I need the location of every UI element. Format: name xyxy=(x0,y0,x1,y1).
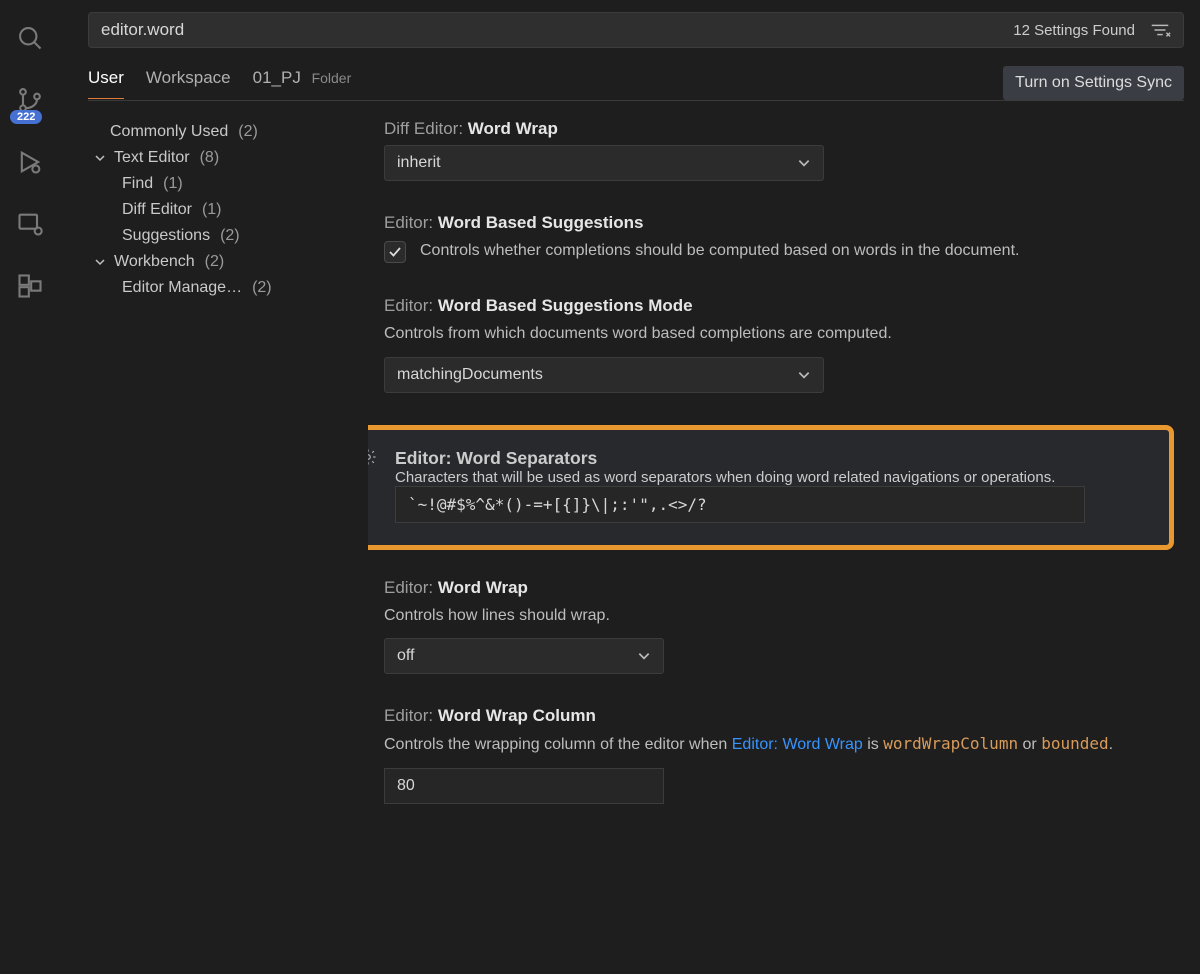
settings-tree: Commonly Used(2) Text Editor(8) Find(1) … xyxy=(88,119,368,974)
extensions-icon[interactable] xyxy=(16,272,44,300)
setting-description: Controls the wrapping column of the edit… xyxy=(384,732,1184,758)
tree-editor-management[interactable]: Editor Manage…(2) xyxy=(88,275,368,301)
word-wrap-column-input[interactable] xyxy=(384,768,664,804)
setting-description: Characters that will be used as word sep… xyxy=(395,469,1149,486)
gear-icon[interactable] xyxy=(368,448,377,470)
setting-description: Controls from which documents word based… xyxy=(384,322,1184,347)
chevron-down-icon xyxy=(797,368,811,382)
word-based-suggestions-checkbox[interactable] xyxy=(384,241,406,263)
setting-word-based-suggestions: Editor: Word Based Suggestions Controls … xyxy=(384,213,1184,264)
chevron-down-icon xyxy=(637,649,651,663)
select-value: off xyxy=(397,647,415,665)
divider xyxy=(88,100,1184,101)
chevron-down-icon xyxy=(94,152,108,164)
search-icon[interactable] xyxy=(16,24,44,52)
diff-word-wrap-select[interactable]: inherit xyxy=(384,145,824,181)
settings-results-count: 12 Settings Found xyxy=(1013,22,1135,39)
tab-workspace[interactable]: Workspace xyxy=(146,68,231,98)
setting-description: Controls whether completions should be c… xyxy=(420,239,1019,264)
editor-word-wrap-link[interactable]: Editor: Word Wrap xyxy=(732,736,863,753)
settings-search-box[interactable]: 12 Settings Found xyxy=(88,12,1184,48)
activity-bar: 222 xyxy=(0,0,60,974)
word-separators-input[interactable] xyxy=(395,486,1085,523)
settings-sync-button[interactable]: Turn on Settings Sync xyxy=(1003,66,1184,100)
tab-folder[interactable]: 01_PJ Folder xyxy=(253,68,352,98)
settings-list: Diff Editor: Word Wrap inherit Editor: W… xyxy=(368,119,1184,974)
word-wrap-select[interactable]: off xyxy=(384,638,664,674)
chevron-down-icon xyxy=(94,256,108,268)
source-control-icon[interactable]: 222 xyxy=(16,86,44,114)
tree-suggestions[interactable]: Suggestions(2) xyxy=(88,223,368,249)
tree-commonly-used[interactable]: Commonly Used(2) xyxy=(88,119,368,145)
setting-word-separators-highlight: Editor: Word Separators Characters that … xyxy=(368,425,1174,550)
word-based-suggestions-mode-select[interactable]: matchingDocuments xyxy=(384,357,824,393)
setting-word-wrap: Editor: Word Wrap Controls how lines sho… xyxy=(384,578,1184,675)
setting-diff-word-wrap: Diff Editor: Word Wrap inherit xyxy=(384,119,1184,181)
remote-explorer-icon[interactable] xyxy=(16,210,44,238)
chevron-down-icon xyxy=(797,156,811,170)
tab-folder-label: 01_PJ xyxy=(253,68,301,87)
tree-workbench[interactable]: Workbench(2) xyxy=(88,249,368,275)
tab-user[interactable]: User xyxy=(88,68,124,99)
run-debug-icon[interactable] xyxy=(16,148,44,176)
select-value: inherit xyxy=(397,154,441,172)
setting-word-wrap-column: Editor: Word Wrap Column Controls the wr… xyxy=(384,706,1184,804)
tree-text-editor[interactable]: Text Editor(8) xyxy=(88,145,368,171)
filter-icon[interactable] xyxy=(1149,19,1171,41)
source-control-badge: 222 xyxy=(10,110,42,124)
setting-description: Controls how lines should wrap. xyxy=(384,604,1184,629)
select-value: matchingDocuments xyxy=(397,366,543,384)
tab-folder-suffix: Folder xyxy=(312,70,352,86)
tree-find[interactable]: Find(1) xyxy=(88,171,368,197)
tree-diff-editor[interactable]: Diff Editor(1) xyxy=(88,197,368,223)
setting-word-based-suggestions-mode: Editor: Word Based Suggestions Mode Cont… xyxy=(384,296,1184,393)
settings-search-input[interactable] xyxy=(101,20,1013,40)
